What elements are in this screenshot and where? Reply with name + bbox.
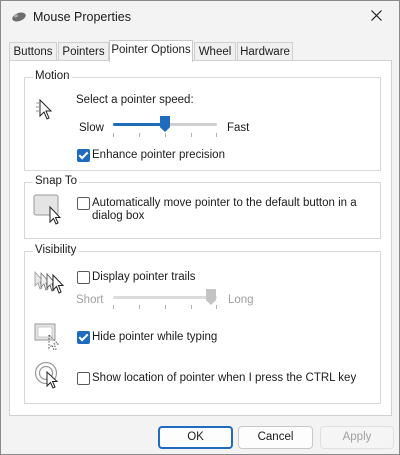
snap-to-icon [33,193,65,228]
slow-label: Slow [79,122,104,134]
pointer-speed-icon [36,98,58,125]
pointer-speed-slider-fill [113,123,165,126]
slider-tick [113,305,114,309]
fast-label: Fast [227,122,250,134]
slider-tick [216,305,217,309]
hide-pointer-label: Hide pointer while typing [92,331,218,343]
mouse-properties-window: Mouse Properties Buttons Pointers Pointe… [0,0,400,455]
cancel-button[interactable]: Cancel [238,426,313,449]
slider-tick [216,133,217,137]
slider-tick [113,133,114,137]
short-label: Short [76,294,104,306]
slider-tick [139,305,140,309]
close-icon [370,10,382,24]
visibility-group-label: Visibility [33,244,79,256]
slider-tick [191,133,192,137]
snap-to-group: Snap To Automatically move pointer to th… [24,175,381,239]
pointer-trails-checkbox[interactable] [77,271,90,284]
title-bar: Mouse Properties [1,1,399,33]
close-button[interactable] [353,1,399,33]
tab-hardware[interactable]: Hardware [237,42,293,61]
tab-panel: Motion Select a pointer speed: Slow Fast… [9,60,392,416]
tab-pointer-options[interactable]: Pointer Options [109,40,193,62]
snap-to-group-label: Snap To [33,175,79,187]
pointer-location-icon [34,360,64,393]
window-title: Mouse Properties [33,10,131,24]
hide-pointer-checkbox[interactable] [77,331,90,344]
hide-pointer-icon [34,322,64,355]
show-location-checkbox[interactable] [77,372,90,385]
slider-tick [191,305,192,309]
tab-wheel[interactable]: Wheel [194,42,236,61]
snap-to-checkbox[interactable] [77,197,90,210]
pointer-speed-label: Select a pointer speed: [76,94,194,106]
slider-tick [165,133,166,137]
mouse-icon [11,11,27,26]
motion-group-label: Motion [33,70,72,82]
slider-tick [139,133,140,137]
snap-to-label-line2: dialog box [92,210,145,222]
ok-button[interactable]: OK [158,426,233,449]
snap-to-label-line1: Automatically move pointer to the defaul… [92,197,357,209]
pointer-trails-icon [33,270,67,301]
show-location-label: Show location of pointer when I press th… [92,372,357,384]
pointer-speed-slider-thumb[interactable] [160,116,170,132]
pointer-trails-slider[interactable] [113,296,217,299]
enhance-precision-checkbox[interactable] [77,149,90,162]
tab-pointers[interactable]: Pointers [58,42,109,61]
slider-tick [165,305,166,309]
apply-button[interactable]: Apply [320,426,394,449]
pointer-trails-label: Display pointer trails [92,271,196,283]
tab-buttons[interactable]: Buttons [9,42,57,61]
visibility-group: Visibility Display pointer trails Short … [24,244,381,404]
pointer-trails-slider-thumb[interactable] [206,289,216,305]
long-label: Long [228,294,254,306]
motion-group: Motion Select a pointer speed: Slow Fast… [24,70,381,171]
enhance-precision-label: Enhance pointer precision [92,149,225,161]
